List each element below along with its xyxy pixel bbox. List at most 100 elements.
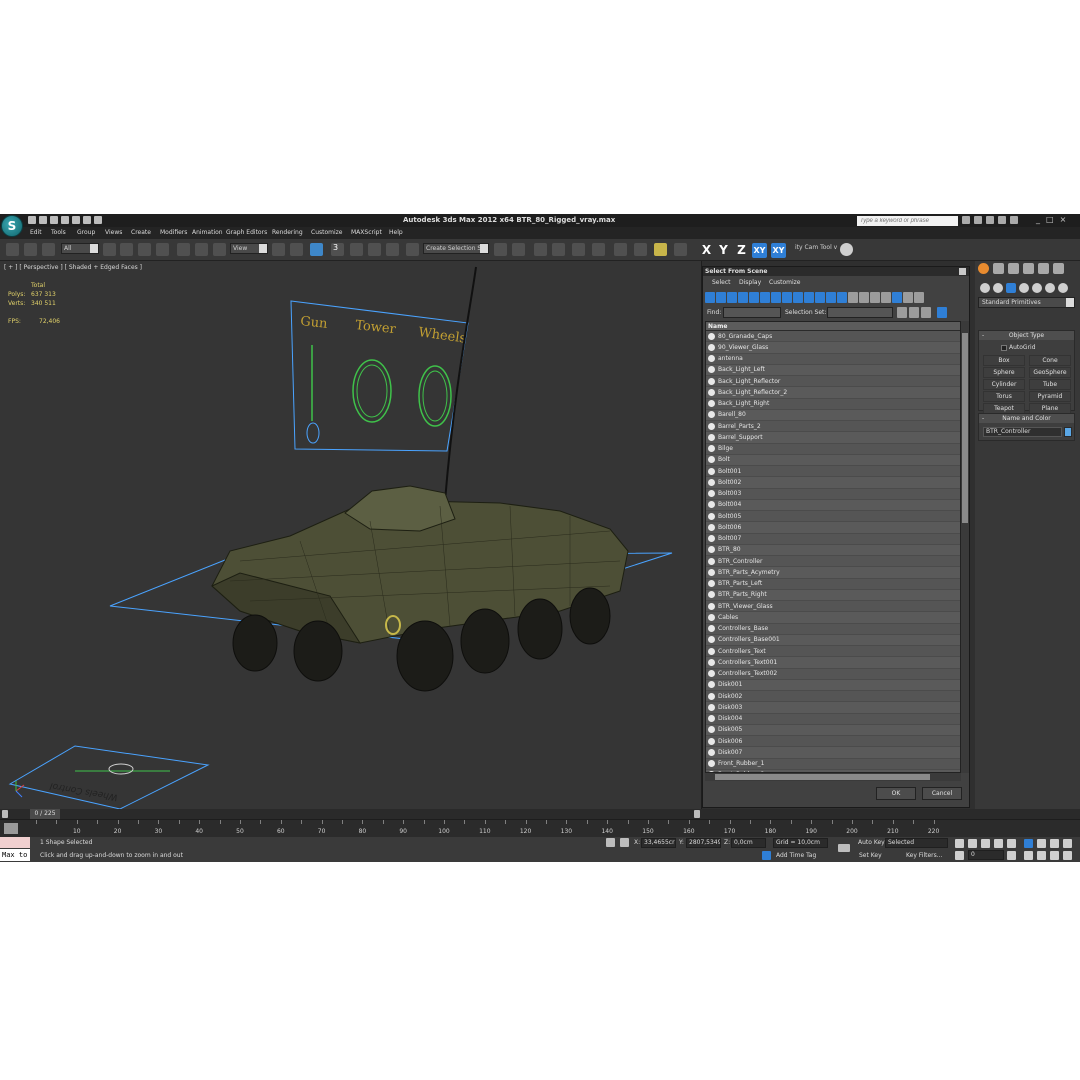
z-coord-field[interactable]: 0,0cm [731, 838, 766, 848]
minimize-button[interactable]: _ [1036, 215, 1040, 224]
display-xrefs-icon[interactable] [782, 292, 792, 303]
quick-access-dropdown-icon[interactable] [94, 216, 102, 224]
restrict-to-y-button[interactable]: Y [716, 243, 731, 258]
key-mode-dropdown[interactable]: Selected [885, 838, 948, 848]
list-item[interactable]: Barrel_Support [706, 432, 960, 444]
open-file-icon[interactable] [39, 216, 47, 224]
sphere-button[interactable]: Sphere [983, 367, 1025, 378]
menu-tools[interactable]: Tools [51, 229, 66, 236]
menu-create[interactable]: Create [131, 229, 151, 236]
align-icon[interactable] [512, 243, 525, 256]
close-button[interactable]: × [1060, 215, 1067, 224]
rectangular-selection-icon[interactable] [138, 243, 151, 256]
display-shapes-icon[interactable] [716, 292, 726, 303]
list-item[interactable]: Disk002 [706, 691, 960, 703]
wheels-dial-outer[interactable] [418, 365, 452, 427]
horizontal-scrollbar[interactable] [705, 773, 961, 781]
render-setup-icon[interactable] [634, 243, 647, 256]
named-selection-set-dropdown[interactable]: Create Selection Se [423, 243, 489, 254]
ok-button[interactable]: OK [876, 787, 916, 800]
menu-animation[interactable]: Animation [192, 229, 223, 236]
list-item[interactable]: Disk007 [706, 747, 960, 759]
tower-dial-outer[interactable] [352, 359, 392, 423]
ground-controller-handle[interactable] [108, 763, 134, 775]
project-folder-icon[interactable] [83, 216, 91, 224]
zoom-icon[interactable] [1024, 839, 1033, 848]
angle-snap-icon[interactable] [350, 243, 363, 256]
dialog-title-bar[interactable]: Select From Scene [703, 267, 969, 276]
zoom-extents-all-icon[interactable] [1063, 839, 1072, 848]
list-item[interactable]: Disk003 [706, 702, 960, 714]
key-mode-toggle-icon[interactable] [955, 851, 964, 860]
mirror-icon[interactable] [494, 243, 507, 256]
rendered-frame-window-icon[interactable] [654, 243, 667, 256]
list-item[interactable]: Controllers_Base001 [706, 634, 960, 646]
display-containers-icon[interactable] [804, 292, 814, 303]
list-item[interactable]: Disk001 [706, 679, 960, 691]
edit-named-selection-icon[interactable] [406, 243, 419, 256]
go-to-end-icon[interactable] [1007, 839, 1016, 848]
select-object-icon[interactable] [103, 243, 116, 256]
list-item[interactable]: Bolt006 [706, 522, 960, 534]
utilities-tab-icon[interactable] [1053, 263, 1064, 274]
dialog-menu-select[interactable]: Select [712, 279, 731, 286]
keyboard-shortcut-override-icon[interactable] [310, 243, 323, 256]
maxscript-input[interactable]: Max to [0, 849, 30, 861]
torus-button[interactable]: Torus [983, 391, 1025, 402]
cancel-button[interactable]: Cancel [922, 787, 962, 800]
list-view-icon[interactable] [921, 307, 931, 318]
box-button[interactable]: Box [983, 355, 1025, 366]
display-invert-icon[interactable] [859, 292, 869, 303]
select-none-icon[interactable] [881, 292, 891, 303]
snaps-toggle-icon[interactable]: 3 [331, 243, 344, 256]
selection-filter-dropdown[interactable]: All [61, 243, 99, 254]
selection-set-options-icon[interactable] [897, 307, 907, 318]
add-time-tag-icon[interactable] [762, 851, 771, 860]
render-production-icon[interactable] [674, 243, 687, 256]
undo-icon[interactable] [61, 216, 69, 224]
list-item[interactable]: Back_Light_Reflector_2 [706, 387, 960, 399]
menu-rendering[interactable]: Rendering [272, 229, 303, 236]
camera-tool-icon[interactable] [840, 243, 853, 256]
restrict-to-xy-button[interactable]: XY [752, 243, 767, 258]
maximize-button[interactable]: □ [1046, 215, 1054, 224]
zoom-all-icon[interactable] [1037, 839, 1046, 848]
list-item[interactable]: Disk006 [706, 736, 960, 748]
geometry-icon[interactable] [980, 283, 990, 293]
object-name-field[interactable]: BTR_Controller [983, 427, 1062, 437]
add-time-tag-label[interactable]: Add Time Tag [776, 852, 816, 859]
autogrid-checkbox-box[interactable] [1001, 344, 1007, 351]
y-coord-field[interactable]: 2807,5349 [686, 838, 721, 848]
dialog-menu-customize[interactable]: Customize [769, 279, 801, 286]
select-invert-icon[interactable] [892, 292, 902, 303]
cone-button[interactable]: Cone [1029, 355, 1071, 366]
time-slider-bar[interactable]: 0 / 225 [0, 809, 1080, 819]
menu-group[interactable]: Group [77, 229, 95, 236]
scene-canvas[interactable]: Gun Tower Wheels Wheels Control [0, 261, 702, 809]
list-item[interactable]: BTR_Parts_Right [706, 589, 960, 601]
list-item[interactable]: Back_Light_Right [706, 399, 960, 410]
pivot-center-icon[interactable] [272, 243, 285, 256]
select-and-move-icon[interactable] [177, 243, 190, 256]
set-key-button[interactable]: Set Key [859, 852, 882, 859]
display-groups-icon[interactable] [771, 292, 781, 303]
list-item[interactable]: Bolt004 [706, 499, 960, 511]
dialog-menu-display[interactable]: Display [739, 279, 761, 286]
previous-frame-icon[interactable] [968, 839, 977, 848]
mini-curve-editor-icon[interactable] [4, 823, 18, 834]
chevron-right-icon[interactable] [694, 810, 700, 818]
absolute-transform-icon[interactable] [620, 838, 629, 847]
camera-tool-label[interactable]: ity Cam Tool v [795, 244, 837, 251]
modify-tab-icon[interactable] [993, 263, 1004, 274]
graphite-modeling-icon[interactable] [552, 243, 565, 256]
auto-key-button[interactable]: Auto Key [858, 839, 885, 846]
list-item[interactable]: Back_Light_Reflector [706, 376, 960, 388]
vertical-scrollbar[interactable] [961, 321, 969, 773]
pan-view-icon[interactable] [1037, 851, 1046, 860]
list-item[interactable]: Bolt003 [706, 489, 960, 500]
list-item[interactable]: Bolt007 [706, 534, 960, 545]
display-helpers-icon[interactable] [749, 292, 759, 303]
field-of-view-icon[interactable] [1024, 851, 1033, 860]
list-item[interactable]: BTR_Controller [706, 556, 960, 568]
play-icon[interactable] [981, 839, 990, 848]
